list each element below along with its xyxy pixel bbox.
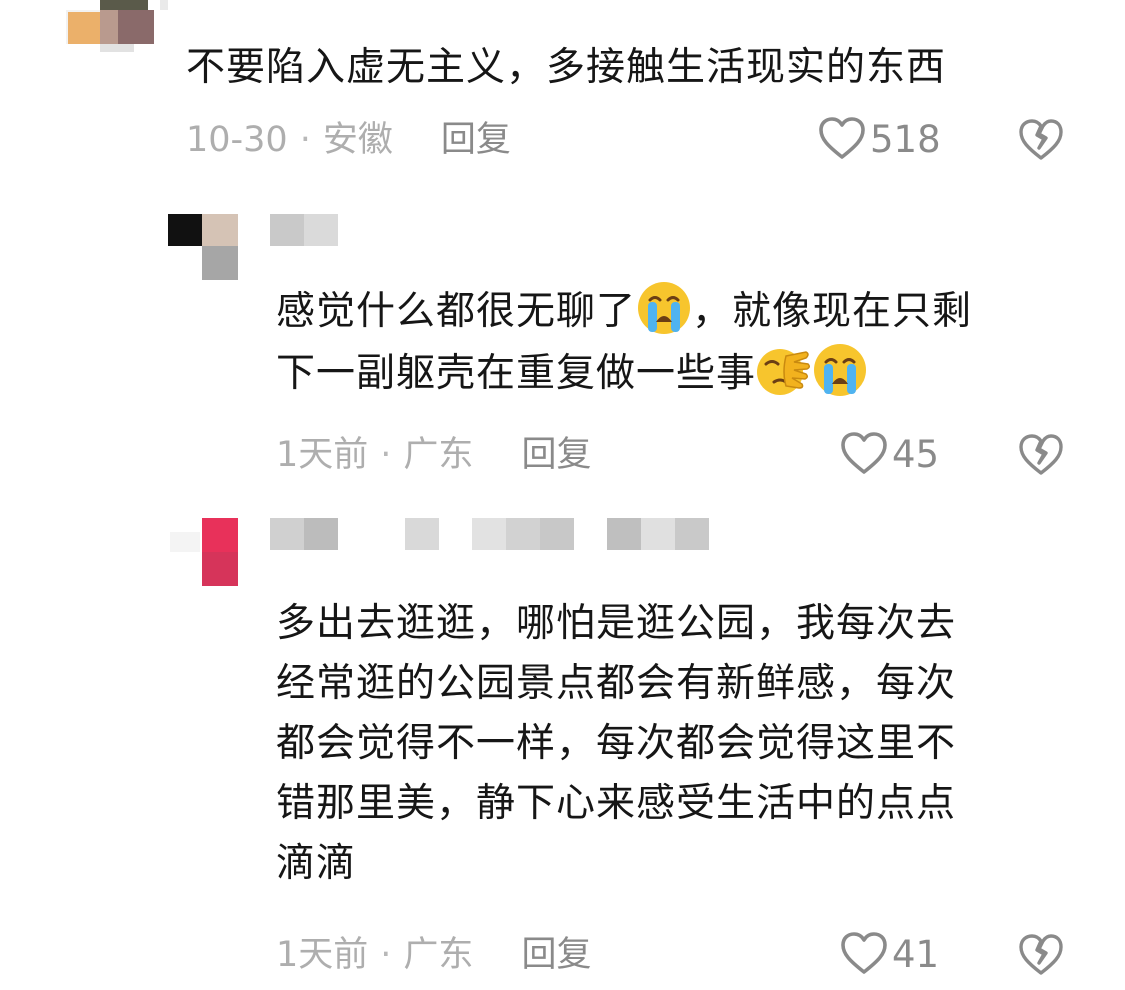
heart-icon: [841, 432, 887, 474]
like-count: 518: [870, 118, 941, 161]
meta-separator: ·: [299, 120, 311, 160]
comment-meta: 1天前 · 广东 回复: [276, 430, 591, 480]
meta-separator: ·: [380, 935, 392, 975]
avatar[interactable]: [48, 0, 168, 52]
comment-meta: 1天前 · 广东 回复: [276, 930, 591, 980]
meta-separator: ·: [380, 435, 392, 475]
heart-icon: [819, 117, 865, 159]
comment-text: 不要陷入虚无主义，多接触生活现实的东西: [186, 45, 947, 90]
comment-date: 10-30: [186, 120, 288, 160]
reply-button[interactable]: 回复: [441, 120, 511, 160]
username-blurred: [270, 214, 340, 246]
like-button[interactable]: 45: [840, 430, 939, 480]
comment-meta: 10-30 · 安徽 回复: [186, 115, 511, 165]
broken-heart-icon[interactable]: [1018, 117, 1064, 163]
comment-location: 广东: [403, 435, 474, 475]
avatar[interactable]: [170, 518, 240, 586]
reply-button[interactable]: 回复: [521, 935, 591, 975]
reply-button[interactable]: 回复: [521, 435, 591, 475]
loudly-crying-emoji: [638, 282, 691, 334]
comment-location: 广东: [403, 935, 474, 975]
comment-location: 安徽: [322, 120, 393, 160]
face-palm-emoji: [757, 349, 811, 395]
comment-thread: 不要陷入虚无主义，多接触生活现实的东西 10-30 · 安徽 回复 518 感觉什么都…: [0, 0, 1125, 990]
broken-heart-icon[interactable]: [1018, 432, 1064, 478]
comment-text: 感觉什么都很无聊了 ，就像现在只剩 下一副躯壳在重复做一些事: [276, 280, 1086, 404]
like-count: 45: [892, 433, 940, 476]
username-blurred: [270, 518, 710, 550]
broken-heart-icon[interactable]: [1018, 932, 1064, 978]
like-button[interactable]: 518: [818, 115, 941, 165]
comment-date: 1天前: [276, 935, 369, 975]
loudly-crying-emoji: [814, 344, 867, 396]
like-count: 41: [892, 933, 940, 976]
comment-date: 1天前: [276, 435, 369, 475]
comment-text-part: 感觉什么都很无聊了: [276, 289, 637, 334]
heart-icon: [841, 932, 887, 974]
comment-text: 多出去逛逛，哪怕是逛公园，我每次去 经常逛的公园景点都会有新鲜感，每次 都会觉得…: [276, 601, 957, 886]
avatar[interactable]: [168, 214, 238, 280]
like-button[interactable]: 41: [840, 930, 939, 980]
